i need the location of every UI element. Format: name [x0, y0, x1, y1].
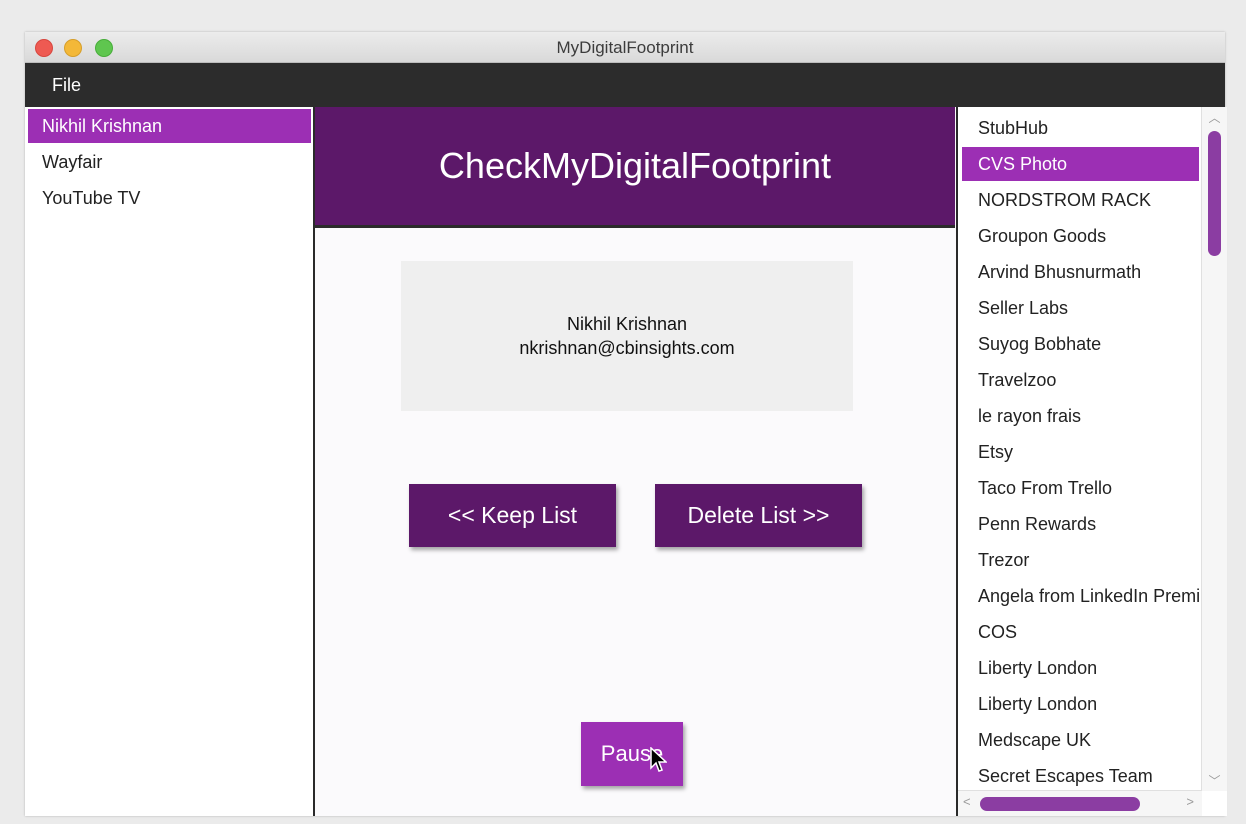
menu-file[interactable]: File [52, 75, 81, 96]
vertical-scroll-thumb[interactable] [1208, 131, 1221, 256]
scroll-up-icon[interactable]: ︿ [1202, 109, 1227, 126]
sender-list-item[interactable]: NORDSTROM RACK [962, 183, 1199, 217]
scroll-left-icon[interactable]: < [963, 794, 971, 809]
sender-list-item[interactable]: Liberty London [962, 651, 1199, 685]
sender-list-item[interactable]: le rayon frais [962, 399, 1199, 433]
sender-list-item[interactable]: Travelzoo [962, 363, 1199, 397]
sender-list-item[interactable]: Liberty London [962, 687, 1199, 721]
sender-list-item[interactable]: Suyog Bobhate [962, 327, 1199, 361]
app-heading: CheckMyDigitalFootprint [438, 145, 832, 186]
sender-list-item[interactable]: Medscape UK [962, 723, 1199, 757]
account-email: nkrishnan@cbinsights.com [519, 338, 735, 358]
vertical-scrollbar[interactable]: ︿ ﹀ [1201, 107, 1227, 791]
app-window: MyDigitalFootprint File Nikhil Krishnan … [25, 32, 1227, 816]
sender-list-item[interactable]: Secret Escapes Team [962, 759, 1199, 793]
account-list: Nikhil Krishnan Wayfair YouTube TV [25, 107, 315, 816]
sender-list-item[interactable]: StubHub [962, 111, 1199, 145]
sender-list-item[interactable]: Arvind Bhusnurmath [962, 255, 1199, 289]
account-info-box: Nikhil Krishnan nkrishnan@cbinsights.com [401, 261, 853, 411]
account-name: Nikhil Krishnan [566, 314, 688, 334]
sender-list-item[interactable]: Trezor [962, 543, 1199, 577]
main-panel: CheckMyDigitalFootprint Nikhil Krishnan … [315, 107, 955, 816]
scroll-down-icon[interactable]: ﹀ [1202, 772, 1227, 789]
sender-list: StubHub CVS Photo NORDSTROM RACK Groupon… [958, 109, 1202, 795]
sender-list-item[interactable]: Groupon Goods [962, 219, 1199, 253]
horizontal-scrollbar[interactable]: < > [958, 790, 1202, 816]
sender-list-item[interactable]: COS [962, 615, 1199, 649]
title-bar: MyDigitalFootprint [25, 32, 1225, 63]
header-banner: CheckMyDigitalFootprint [315, 107, 955, 228]
account-list-item[interactable]: Wayfair [28, 145, 311, 179]
sender-list-item[interactable]: Taco From Trello [962, 471, 1199, 505]
pointer-cursor-icon [650, 747, 667, 772]
horizontal-scroll-thumb[interactable] [980, 797, 1140, 811]
sender-list-item[interactable]: Etsy [962, 435, 1199, 469]
keep-list-button[interactable]: << Keep List [409, 484, 616, 547]
sender-list-item[interactable]: Penn Rewards [962, 507, 1199, 541]
sender-list-panel: StubHub CVS Photo NORDSTROM RACK Groupon… [956, 107, 1227, 816]
window-title: MyDigitalFootprint [556, 38, 694, 57]
sender-list-item[interactable]: Seller Labs [962, 291, 1199, 325]
delete-list-button[interactable]: Delete List >> [655, 484, 862, 547]
account-list-item[interactable]: Nikhil Krishnan [28, 109, 311, 143]
sender-list-item[interactable]: Angela from LinkedIn Premium [962, 579, 1199, 613]
sender-list-item[interactable]: CVS Photo [962, 147, 1199, 181]
scroll-right-icon[interactable]: > [1186, 794, 1194, 809]
pause-button[interactable]: Pause [581, 722, 683, 786]
account-list-item[interactable]: YouTube TV [28, 181, 311, 215]
menu-bar: File [25, 63, 1225, 107]
